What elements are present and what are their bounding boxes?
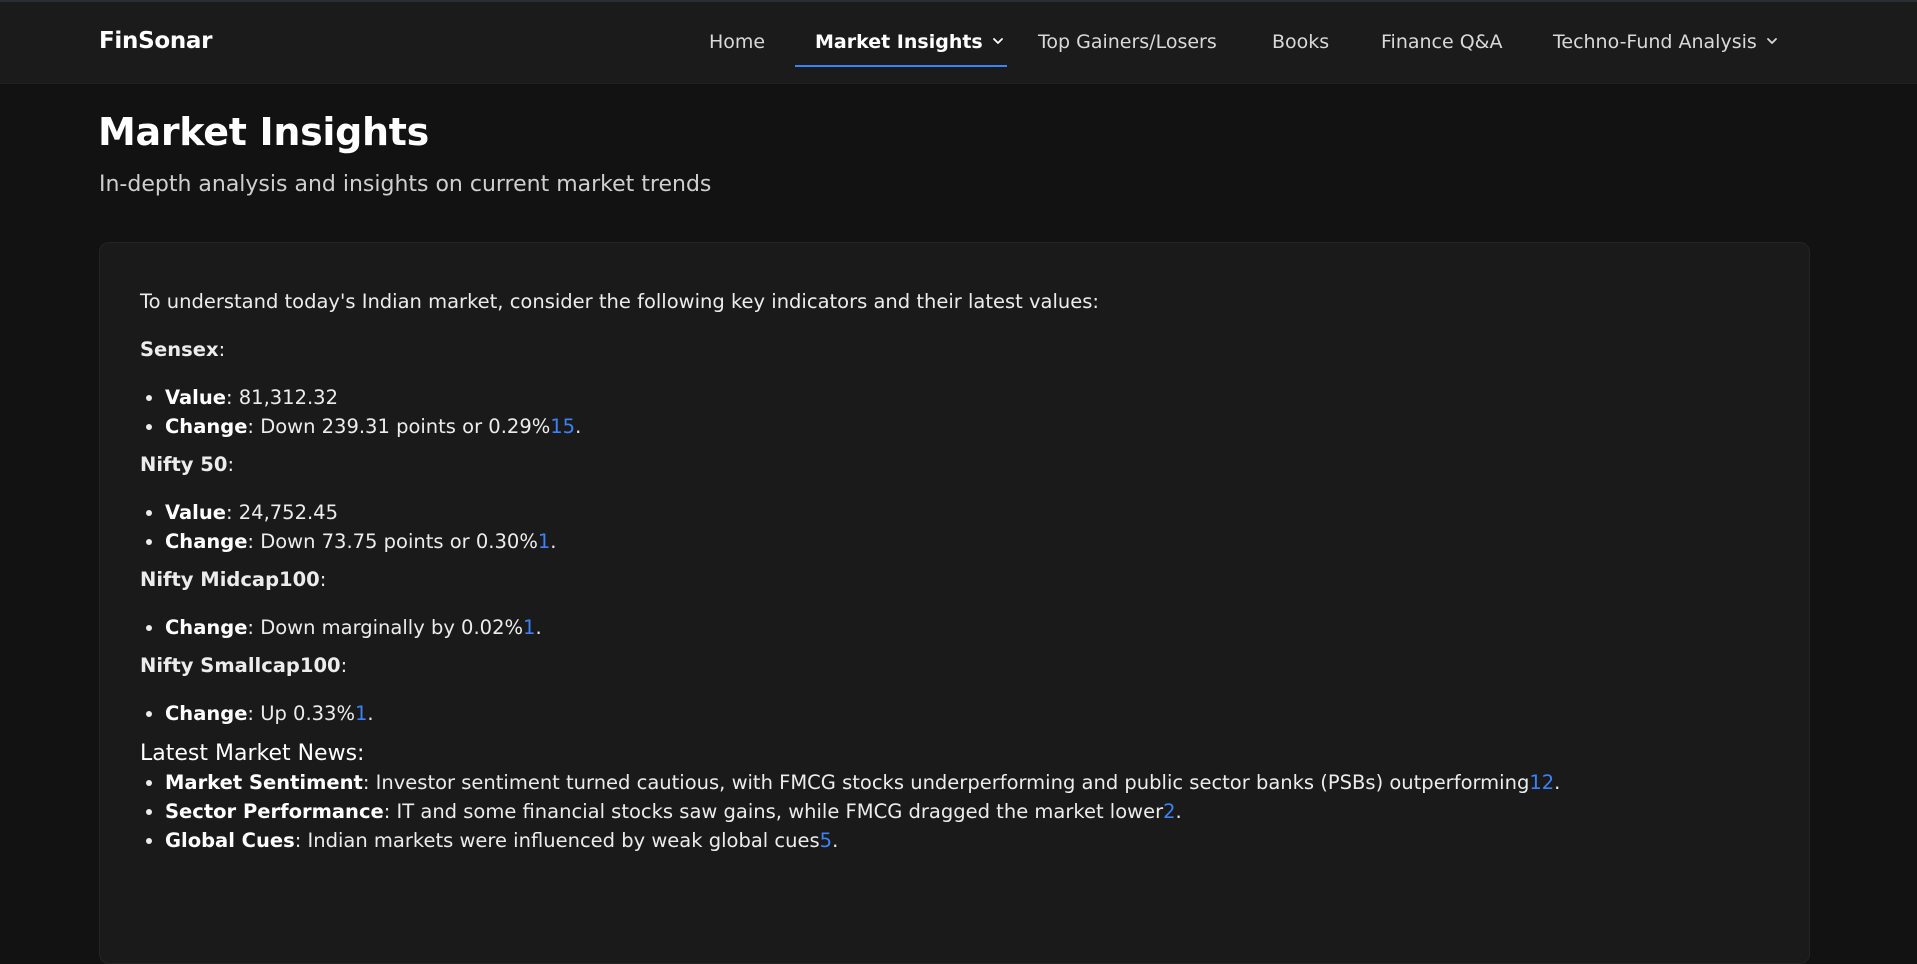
smallcap-heading: Nifty Smallcap100: [140,654,348,677]
change-label: Change [165,415,248,438]
citation-link[interactable]: 1 [355,702,367,725]
nifty50-heading: Nifty 50: [140,453,235,476]
citation-link[interactable]: 1 [523,616,535,639]
news-item-label: Market Sentiment [165,771,363,794]
nav-techno-fund-label: Techno-Fund Analysis [1553,31,1757,53]
insights-content: To understand today's Indian market, con… [140,287,1780,855]
list-item: Change: Down marginally by 0.02%1. [165,613,1780,642]
citation-link[interactable]: 15 [550,415,575,438]
news-heading: Latest Market News: [140,741,365,766]
news-item-label: Global Cues [165,829,295,852]
news-list: Market Sentiment: Investor sentiment tur… [140,768,1780,855]
midcap-heading: Nifty Midcap100: [140,568,327,591]
nav-home[interactable]: Home [709,31,765,53]
midcap-change: : Down marginally by 0.02% [247,616,524,639]
news-item-text: : IT and some financial stocks saw gains… [383,800,1164,823]
midcap-list: Change: Down marginally by 0.02%1. [140,613,1780,642]
page-subtitle: In-depth analysis and insights on curren… [99,172,712,197]
news-item-text: : Investor sentiment turned cautious, wi… [362,771,1530,794]
list-item: Change: Down 73.75 points or 0.30%1. [165,527,1780,556]
active-tab-indicator [795,65,1007,67]
sensex-heading: Sensex: [140,338,226,361]
change-label: Change [165,702,248,725]
change-label: Change [165,530,248,553]
list-item: Value: 24,752.45 [165,498,1780,527]
brand-logo[interactable]: FinSonar [99,28,212,54]
sensex-label: Sensex [140,338,219,361]
sensex-list: Value: 81,312.32 Change: Down 239.31 poi… [140,383,1780,441]
sensex-change: : Down 239.31 points or 0.29% [247,415,551,438]
nifty50-label: Nifty 50 [140,453,228,476]
list-item: Sector Performance: IT and some financia… [165,797,1780,826]
nav-techno-fund-analysis[interactable]: Techno-Fund Analysis [1553,31,1779,53]
nifty50-value: : 24,752.45 [225,501,338,524]
citation-link[interactable]: 2 [1163,800,1175,823]
list-item: Market Sentiment: Investor sentiment tur… [165,768,1780,797]
nav-market-insights-label: Market Insights [815,31,983,53]
sensex-value: : 81,312.32 [225,386,338,409]
smallcap-list: Change: Up 0.33%1. [140,699,1780,728]
list-item: Global Cues: Indian markets were influen… [165,826,1780,855]
nifty50-change: : Down 73.75 points or 0.30% [247,530,538,553]
nav-market-insights[interactable]: Market Insights [815,31,1005,53]
news-item-text: : Indian markets were influenced by weak… [294,829,820,852]
smallcap-label: Nifty Smallcap100 [140,654,341,677]
smallcap-change: : Up 0.33% [247,702,355,725]
citation-link[interactable]: 1 [538,530,550,553]
nav-books[interactable]: Books [1272,31,1329,53]
list-item: Change: Down 239.31 points or 0.29%15. [165,412,1780,441]
intro-text: To understand today's Indian market, con… [140,290,1099,313]
value-label: Value [165,386,226,409]
nifty50-list: Value: 24,752.45 Change: Down 73.75 poin… [140,498,1780,556]
top-navbar: FinSonar Home Market Insights Top Gainer… [0,2,1917,84]
citation-link[interactable]: 12 [1529,771,1554,794]
page-title: Market Insights [98,110,429,154]
nav-top-gainers-losers[interactable]: Top Gainers/Losers [1038,31,1217,53]
chevron-down-icon [1766,37,1777,44]
value-label: Value [165,501,226,524]
list-item: Value: 81,312.32 [165,383,1780,412]
change-label: Change [165,616,248,639]
nav-finance-qa[interactable]: Finance Q&A [1381,31,1503,53]
news-item-label: Sector Performance [165,800,384,823]
citation-link[interactable]: 5 [820,829,832,852]
midcap-label: Nifty Midcap100 [140,568,320,591]
chevron-down-icon [992,37,1003,44]
list-item: Change: Up 0.33%1. [165,699,1780,728]
